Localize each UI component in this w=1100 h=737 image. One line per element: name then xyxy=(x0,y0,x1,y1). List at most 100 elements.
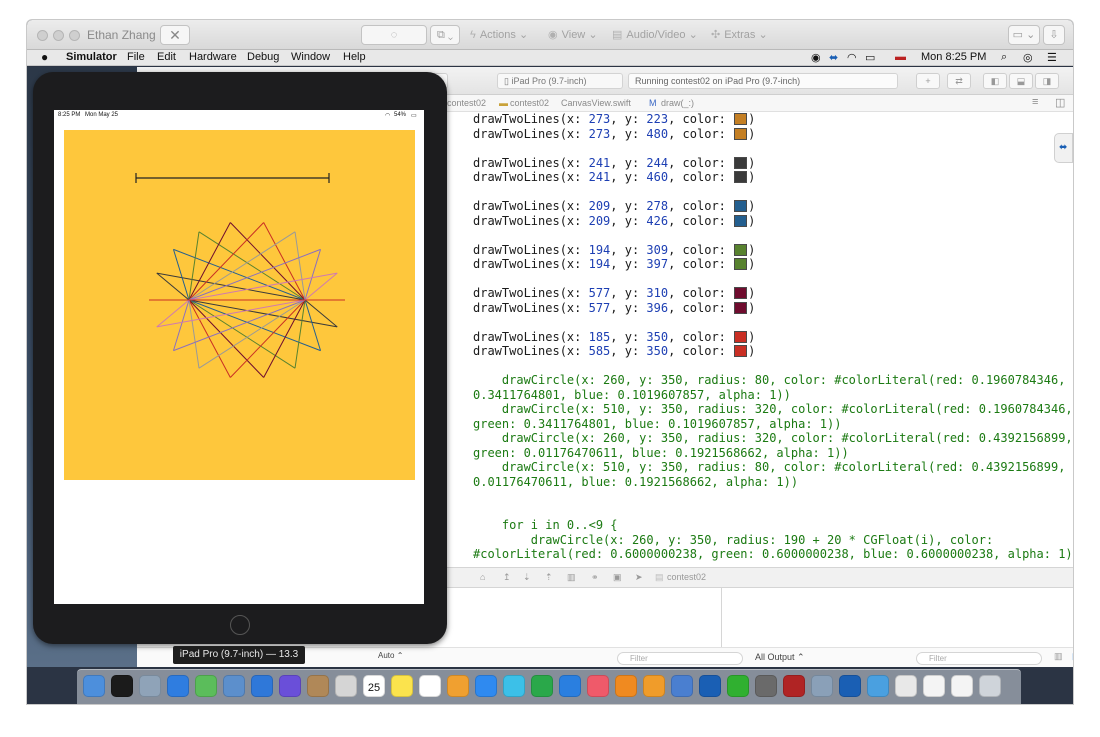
color-literal-swatch[interactable] xyxy=(734,301,748,314)
color-literal-swatch[interactable] xyxy=(734,243,748,256)
app-store-icon[interactable] xyxy=(475,675,497,697)
xcode-icon[interactable] xyxy=(167,675,189,697)
teamviewer-side-tab[interactable]: ⬌ xyxy=(1054,133,1073,163)
audio-video-menu[interactable]: ▤ Audio/Video ⌄ xyxy=(612,28,698,41)
siri-menu-icon[interactable]: ◎ xyxy=(1023,51,1033,64)
preview-icon[interactable] xyxy=(223,675,245,697)
contacts-icon[interactable] xyxy=(307,675,329,697)
color-literal-swatch[interactable] xyxy=(734,287,748,299)
playground-icon[interactable] xyxy=(195,675,217,697)
breadcrumb-file[interactable]: CanvasView.swift xyxy=(561,98,631,108)
books-icon[interactable] xyxy=(615,675,637,697)
view-menu[interactable]: ◉ View ⌄ xyxy=(548,28,598,41)
memory-graph-icon[interactable]: ⚭ xyxy=(591,572,599,583)
split-console-icon[interactable]: ◫ xyxy=(1072,651,1073,662)
trash-icon[interactable] xyxy=(979,675,1001,697)
menu-window[interactable]: Window xyxy=(291,51,330,63)
breakpoints-icon[interactable]: ⌂ xyxy=(480,572,485,582)
step-over-icon[interactable]: ↥ xyxy=(503,572,511,583)
teamviewer-icon[interactable] xyxy=(699,675,721,697)
home-button[interactable] xyxy=(230,615,250,635)
teamviewer2-icon[interactable] xyxy=(839,675,861,697)
status-icon-a[interactable]: ◉ xyxy=(811,51,821,64)
navigator-toggle[interactable]: ◧ xyxy=(983,73,1007,89)
notification-center-icon[interactable]: ☰ xyxy=(1047,51,1057,64)
auto-selector[interactable]: Auto ⌃ xyxy=(378,651,403,660)
zoom-window-button[interactable] xyxy=(69,30,80,41)
airplay-icon[interactable]: ▭ xyxy=(865,51,875,64)
system-preferences-icon[interactable] xyxy=(755,675,777,697)
keynote-icon[interactable] xyxy=(559,675,581,697)
scheme-selector[interactable]: ▯ iPad Pro (9.7-inch) xyxy=(497,73,623,89)
spotlight-icon[interactable]: ⌕ xyxy=(1001,51,1007,64)
menu-file[interactable]: File xyxy=(127,51,145,63)
editor-split-icon[interactable]: ◫ xyxy=(1055,96,1065,109)
color-literal-swatch[interactable] xyxy=(734,127,748,140)
actions-menu[interactable]: ϟ Actions ⌄ xyxy=(470,28,528,41)
folder-icon[interactable] xyxy=(867,675,889,697)
clipboard-button[interactable]: ⧉ ⌄ xyxy=(430,25,460,45)
inspector-toggle[interactable]: ◨ xyxy=(1035,73,1059,89)
breadcrumb-method[interactable]: draw(_:) xyxy=(661,98,694,108)
menu-help[interactable]: Help xyxy=(343,51,366,63)
color-literal-swatch[interactable] xyxy=(734,258,748,270)
document-icon[interactable] xyxy=(895,675,917,697)
close-session-button[interactable]: ✕ xyxy=(160,25,190,45)
color-literal-swatch[interactable] xyxy=(734,214,748,227)
download-button[interactable]: ⇩ xyxy=(1043,25,1065,45)
color-literal-swatch[interactable] xyxy=(734,171,748,183)
step-out-icon[interactable]: ⇡ xyxy=(545,572,553,583)
dictionary-icon[interactable] xyxy=(783,675,805,697)
notes-icon[interactable] xyxy=(391,675,413,697)
ipad-screen[interactable]: 8:25 PM Mon May 25 ◠ 54% ▭ xyxy=(54,110,424,604)
library-button[interactable]: + xyxy=(916,73,940,89)
refresh-button[interactable]: ◌ xyxy=(361,25,427,45)
color-literal-swatch[interactable] xyxy=(734,200,748,212)
apple-icon[interactable]: ● xyxy=(41,50,48,64)
teamviewer-status-icon[interactable]: ⬌ xyxy=(829,51,838,64)
image-capture-icon[interactable] xyxy=(811,675,833,697)
testflight-icon[interactable] xyxy=(671,675,693,697)
environment-icon[interactable]: ▣ xyxy=(613,572,622,583)
pages-icon[interactable] xyxy=(643,675,665,697)
trash-console-icon[interactable]: ▥ xyxy=(1054,651,1063,662)
wifi-icon[interactable]: ◠ xyxy=(847,51,857,64)
color-literal-swatch[interactable] xyxy=(734,156,748,169)
calendar-icon[interactable]: 25 xyxy=(363,675,385,697)
minimize-window-button[interactable] xyxy=(53,30,64,41)
window-mode-button[interactable]: ▭ ⌄ xyxy=(1008,25,1040,45)
color-literal-swatch[interactable] xyxy=(734,330,748,343)
document2-icon[interactable] xyxy=(923,675,945,697)
menu-hardware[interactable]: Hardware xyxy=(189,51,237,63)
photos-icon[interactable] xyxy=(335,675,357,697)
safari-icon[interactable] xyxy=(251,675,273,697)
menu-debug[interactable]: Debug xyxy=(247,51,279,63)
messages-icon[interactable] xyxy=(503,675,525,697)
step-into-icon[interactable]: ⇣ xyxy=(523,572,531,583)
variables-filter-input[interactable]: Filter xyxy=(617,652,743,665)
lines-icon[interactable]: ≡ xyxy=(1032,96,1038,108)
code-review-button[interactable]: ⇄ xyxy=(947,73,971,89)
music-icon[interactable] xyxy=(587,675,609,697)
extras-menu[interactable]: ✣ Extras ⌄ xyxy=(711,28,768,41)
output-selector[interactable]: All Output ⌃ xyxy=(755,652,805,663)
menu-edit[interactable]: Edit xyxy=(157,51,176,63)
menubar-clock[interactable]: Mon 8:25 PM xyxy=(921,51,986,63)
location-icon[interactable]: ➤ xyxy=(635,572,643,583)
menu-app-name[interactable]: Simulator xyxy=(66,51,117,63)
color-literal-swatch[interactable] xyxy=(734,113,748,125)
numbers-icon[interactable] xyxy=(531,675,553,697)
flag-icon[interactable]: ▬ xyxy=(895,51,906,63)
breadcrumb-group[interactable]: contest02 xyxy=(510,98,549,108)
debug-area-toggle[interactable]: ⬓ xyxy=(1009,73,1033,89)
color-literal-swatch[interactable] xyxy=(734,345,748,357)
script-editor-icon[interactable] xyxy=(139,675,161,697)
terminal-icon[interactable] xyxy=(111,675,133,697)
wechat-icon[interactable] xyxy=(727,675,749,697)
siri-icon[interactable] xyxy=(279,675,301,697)
reminders-icon[interactable] xyxy=(419,675,441,697)
view-debugger-icon[interactable]: ▥ xyxy=(567,572,576,583)
finder-icon[interactable] xyxy=(83,675,105,697)
console-filter-input[interactable]: Filter xyxy=(916,652,1042,665)
document3-icon[interactable] xyxy=(951,675,973,697)
